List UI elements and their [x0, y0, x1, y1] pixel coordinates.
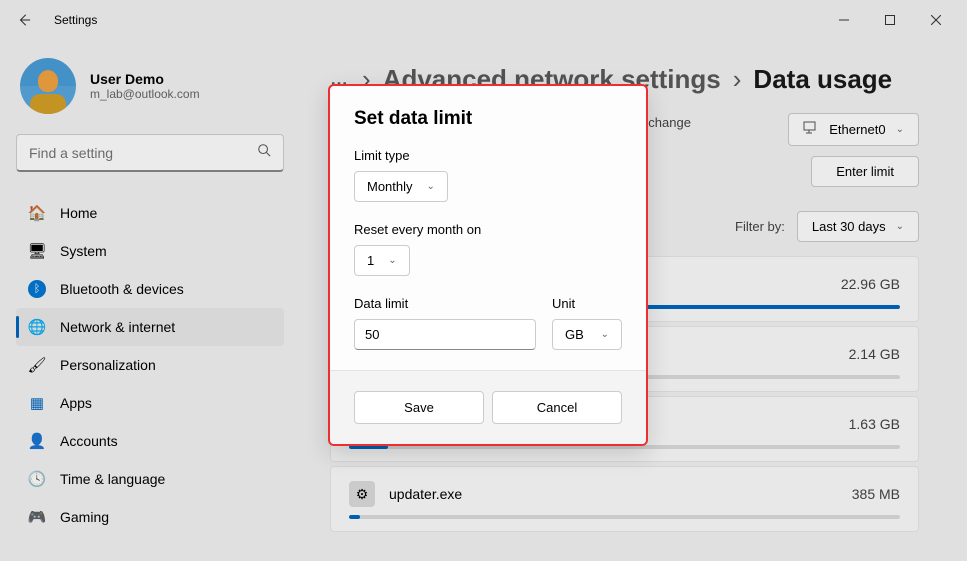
- unit-value: GB: [565, 327, 584, 342]
- unit-select[interactable]: GB ⌄: [552, 319, 622, 350]
- limit-type-value: Monthly: [367, 179, 413, 194]
- cancel-button[interactable]: Cancel: [492, 391, 622, 424]
- reset-day-value: 1: [367, 253, 374, 268]
- data-limit-label: Data limit: [354, 296, 536, 311]
- chevron-down-icon: ⌄: [388, 255, 396, 266]
- reset-day-select[interactable]: 1 ⌄: [354, 245, 410, 276]
- chevron-down-icon: ⌄: [427, 181, 435, 192]
- unit-label: Unit: [552, 296, 622, 311]
- set-data-limit-dialog: Set data limit Limit type Monthly ⌄ Rese…: [328, 84, 648, 446]
- limit-type-select[interactable]: Monthly ⌄: [354, 171, 448, 202]
- reset-day-label: Reset every month on: [354, 222, 622, 237]
- save-button[interactable]: Save: [354, 391, 484, 424]
- limit-type-label: Limit type: [354, 148, 622, 163]
- chevron-down-icon: ⌄: [601, 329, 609, 340]
- dialog-title: Set data limit: [354, 108, 622, 130]
- data-limit-input[interactable]: [354, 319, 536, 350]
